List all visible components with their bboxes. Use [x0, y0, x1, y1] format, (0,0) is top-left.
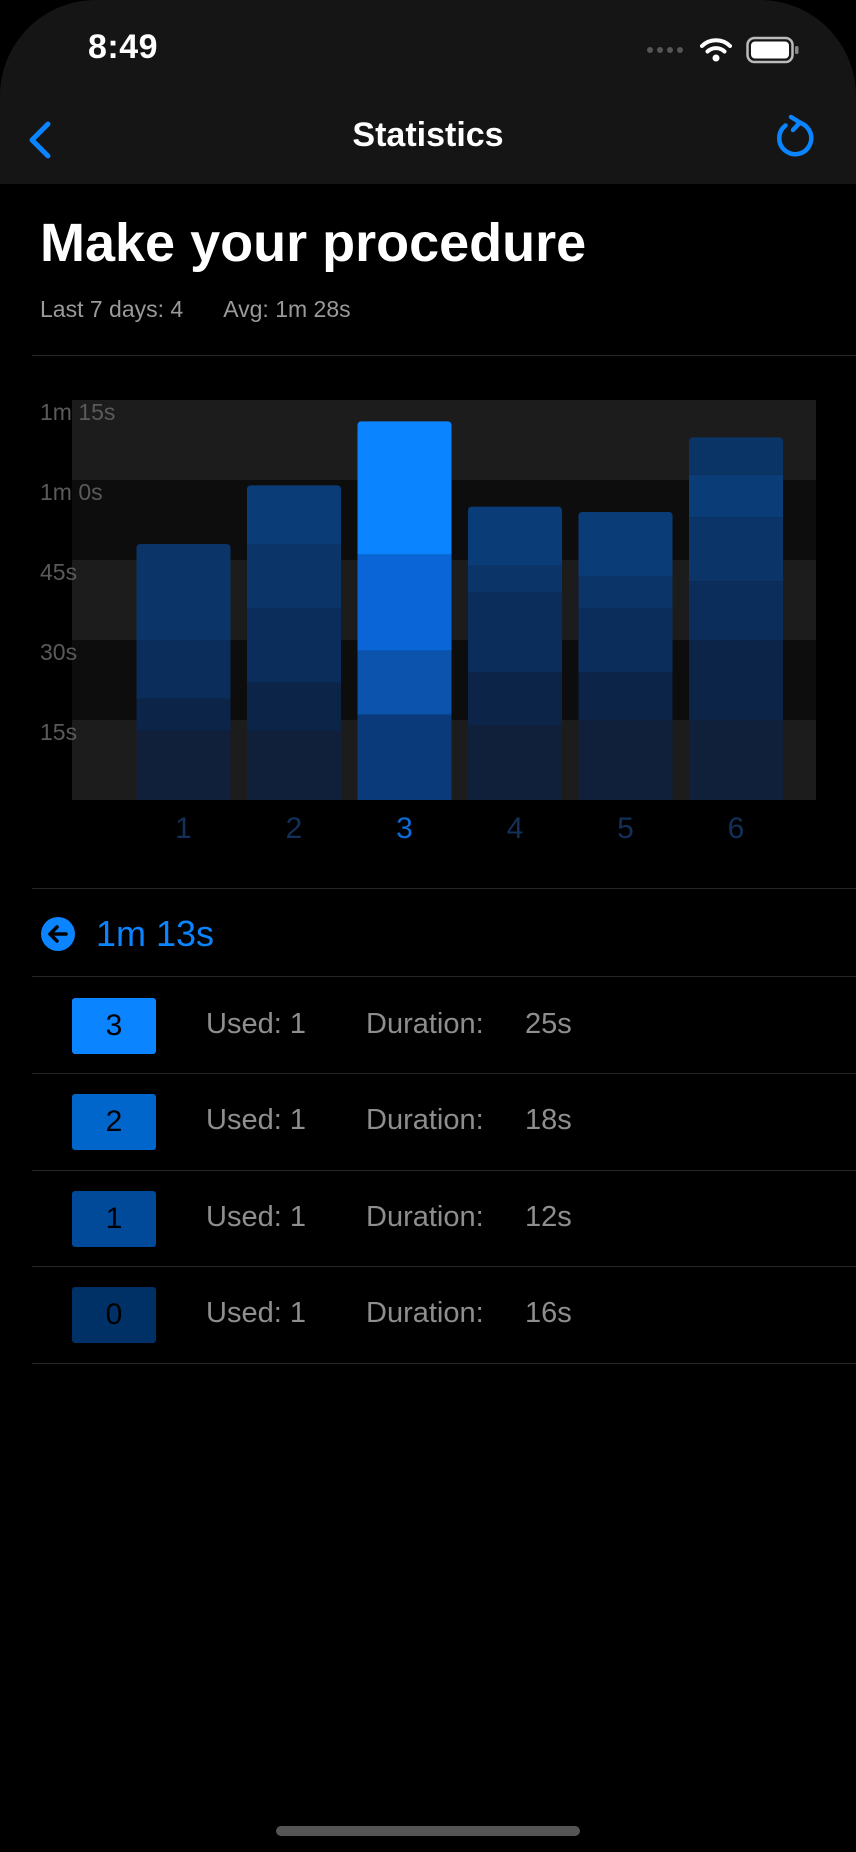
duration-value: 12s: [525, 1201, 572, 1233]
bar-segment: [689, 474, 783, 518]
bar-segment: [578, 608, 673, 672]
bar-segment: [578, 672, 673, 720]
selected-total-duration: 1m 13s: [96, 913, 215, 954]
wifi-icon: [700, 38, 732, 62]
step-index-badge: 2: [72, 1094, 156, 1150]
bar-segment: [468, 565, 562, 592]
duration-value: 18s: [525, 1104, 572, 1136]
bar-segment: [247, 682, 341, 731]
used-count: Used: 1: [206, 1201, 306, 1233]
bar-segment: [689, 517, 783, 582]
divider: [32, 888, 856, 889]
used-count: Used: 1: [206, 1297, 306, 1329]
y-tick-label: 1m 15s: [40, 399, 115, 425]
y-tick-label: 15s: [40, 719, 77, 745]
detail-row[interactable]: 0 Used: 1 Duration: 16s: [0, 1267, 856, 1363]
duration-label: Duration:: [366, 1297, 484, 1329]
x-tick-label: 3: [396, 812, 413, 845]
duration-value: 25s: [525, 1008, 572, 1040]
app-screen: 8:49 Statistics Make your procedure Last…: [0, 0, 856, 1852]
duration-label: Duration:: [366, 1008, 484, 1040]
x-tick-label: 5: [617, 812, 634, 845]
bar-segment: [468, 672, 562, 726]
bar-segment: [247, 485, 341, 544]
bar-segment: [357, 554, 452, 651]
arrow-left-circle-icon[interactable]: [40, 916, 76, 952]
status-time: 8:49: [88, 28, 159, 66]
top-bar: 8:49 Statistics: [0, 0, 856, 184]
summary-stats: Last 7 days: 4 Avg: 1m 28s: [40, 296, 351, 323]
bar-segment: [468, 506, 562, 566]
bar-segment: [357, 650, 452, 715]
y-tick-label: 45s: [40, 559, 77, 585]
signal-icon: [647, 47, 683, 53]
step-index-badge: 3: [72, 998, 156, 1054]
used-count: Used: 1: [206, 1104, 306, 1136]
x-tick-label: 6: [728, 812, 745, 845]
used-count: Used: 1: [206, 1008, 306, 1040]
x-tick-label: 2: [286, 812, 303, 845]
refresh-icon[interactable]: [770, 114, 818, 162]
average-stat: Avg: 1m 28s: [223, 296, 351, 322]
bar-segment: [578, 720, 673, 800]
x-tick-label: 1: [175, 812, 192, 845]
detail-row[interactable]: 3 Used: 1 Duration: 25s: [0, 978, 856, 1074]
battery-icon: [746, 36, 799, 64]
duration-label: Duration:: [366, 1201, 484, 1233]
selected-summary[interactable]: 1m 13s: [40, 906, 214, 962]
bar-segment: [247, 730, 341, 800]
bar-segment: [689, 437, 783, 475]
bar-segment: [468, 592, 562, 672]
y-tick-label: 30s: [40, 639, 77, 665]
bar-segment: [136, 730, 231, 800]
bar-segment: [578, 576, 673, 608]
bar-segment: [689, 581, 783, 640]
bar-segment: [136, 544, 231, 640]
duration-value: 16s: [525, 1297, 572, 1329]
home-indicator[interactable]: [276, 1826, 580, 1836]
detail-row[interactable]: 1 Used: 1 Duration: 12s: [0, 1171, 856, 1267]
divider: [32, 976, 856, 977]
detail-row[interactable]: 2 Used: 1 Duration: 18s: [0, 1074, 856, 1170]
nav-title: Statistics: [352, 116, 504, 154]
duration-label: Duration:: [366, 1104, 484, 1136]
bar-segment: [357, 421, 452, 555]
bar-segment: [689, 640, 783, 720]
step-index-badge: 0: [72, 1287, 156, 1343]
divider: [32, 355, 856, 356]
x-tick-label: 4: [507, 812, 524, 845]
divider: [32, 1363, 856, 1364]
last-days-stat: Last 7 days: 4: [40, 296, 184, 322]
status-icons: [646, 32, 800, 68]
bar-segment: [247, 608, 341, 683]
page-title: Make your procedure: [40, 213, 587, 273]
y-tick-label: 1m 0s: [40, 479, 103, 505]
bar-segment: [468, 725, 562, 800]
bar-segment: [136, 640, 231, 699]
bar-segment: [357, 714, 452, 800]
bar-segment: [247, 544, 341, 608]
bar-segment: [578, 512, 673, 576]
bar-segment: [689, 720, 783, 800]
bar-segment: [136, 698, 231, 731]
step-index-badge: 1: [72, 1191, 156, 1247]
duration-bar-chart[interactable]: 1m 15s 1m 0s 45s 30s 15s 1 2 3 4 5 6: [0, 390, 856, 850]
